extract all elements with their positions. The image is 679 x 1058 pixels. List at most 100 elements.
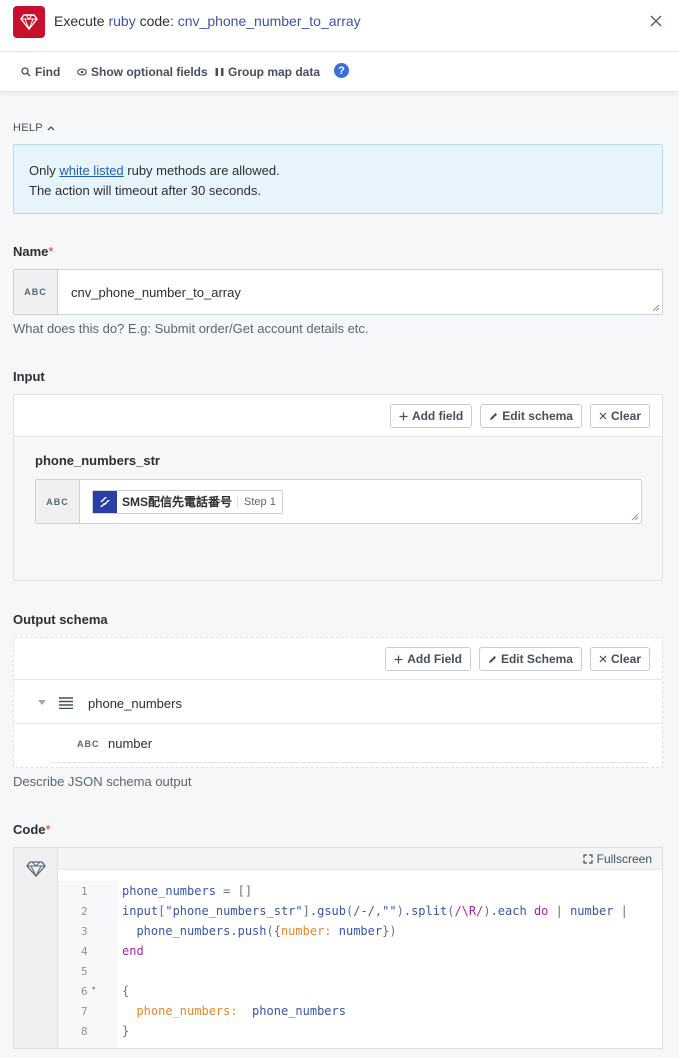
resize-handle-icon[interactable]	[652, 304, 660, 312]
list-icon	[59, 697, 73, 709]
input-panel-buttons: Add field Edit schema Clear	[389, 404, 650, 428]
group-map-label: Group map data	[228, 65, 321, 79]
header-title: Execute ruby code: cnv_phone_number_to_a…	[54, 13, 361, 29]
find-button[interactable]: Find	[21, 65, 60, 79]
phone-numbers-str-label: phone_numbers_str	[35, 453, 160, 468]
title-prefix: Execute	[54, 13, 109, 29]
name-hint: What does this do? E.g: Submit order/Get…	[13, 321, 369, 336]
datapill-container: SMS配信先電話番号 Step 1	[80, 480, 283, 523]
close-icon	[650, 15, 662, 27]
input-panel: Add field Edit schema Clear phone_number…	[13, 394, 663, 581]
output-schema-hint: Describe JSON schema output	[13, 774, 192, 789]
clear-output-button[interactable]: Clear	[589, 647, 650, 671]
edit-schema-label: Edit schema	[502, 409, 573, 423]
line-number: 7	[81, 1005, 88, 1018]
datapill[interactable]: SMS配信先電話番号 Step 1	[92, 489, 283, 514]
type-badge-abc: ABC	[36, 480, 80, 523]
edit-output-schema-label: Edit Schema	[500, 652, 573, 666]
help-toggle[interactable]: HELP	[13, 122, 55, 134]
line-number: 5	[81, 965, 88, 978]
x-icon	[599, 655, 607, 663]
add-output-field-button[interactable]: Add Field	[385, 647, 471, 671]
code-header: Fullscreen	[58, 848, 662, 870]
schema-row-number[interactable]: ABC number	[50, 725, 648, 763]
fullscreen-button[interactable]: Fullscreen	[583, 852, 652, 866]
show-optional-fields-button[interactable]: Show optional fields	[77, 65, 208, 79]
app-connector-icon	[93, 490, 117, 513]
find-label: Find	[35, 65, 61, 79]
line-number: 2	[81, 905, 88, 918]
caret-down-icon[interactable]	[38, 700, 46, 706]
code-editor[interactable]: Fullscreen 1 2 3 4 5 6 ▾ 7 8 phone_numbe…	[13, 847, 663, 1049]
line-number: 3	[81, 925, 88, 938]
close-button[interactable]	[647, 12, 665, 30]
schema-field-name: phone_numbers	[88, 696, 182, 711]
line-number: 1	[81, 885, 88, 898]
add-field-button[interactable]: Add field	[389, 404, 473, 428]
schema-row-phone-numbers[interactable]: phone_numbers	[14, 684, 662, 724]
code-line-1: phone_numbers = []	[122, 884, 253, 898]
code-gutter	[14, 848, 58, 1048]
help-line-1-prefix: Only	[29, 163, 60, 178]
help-label: HELP	[13, 122, 43, 134]
clear-button[interactable]: Clear	[589, 404, 650, 428]
code-line-2: input["phone_numbers_str"].gsub(/-/,"").…	[122, 904, 628, 918]
plus-icon	[394, 655, 403, 663]
plus-icon	[399, 412, 408, 420]
code-line-8: }	[122, 1024, 130, 1038]
title-mid: code:	[135, 13, 178, 29]
white-listed-link[interactable]: white listed	[59, 163, 123, 178]
help-line-1-suffix: ruby methods are allowed.	[123, 163, 280, 178]
edit-schema-button[interactable]: Edit schema	[480, 404, 582, 428]
eye-icon	[77, 68, 87, 76]
x-icon	[599, 412, 607, 420]
type-badge-abc: ABC	[14, 270, 58, 314]
expand-icon	[583, 854, 593, 864]
phone-numbers-str-input[interactable]: ABC SMS配信先電話番号 Step 1	[35, 479, 642, 524]
show-optional-label: Show optional fields	[91, 65, 208, 79]
title-action-name: cnv_phone_number_to_array	[177, 13, 361, 29]
line-number: 4	[81, 945, 88, 958]
search-icon	[21, 67, 31, 77]
input-label: Input	[13, 369, 45, 384]
output-panel-buttons: Add Field Edit Schema Clear	[385, 647, 650, 671]
help-line-2: The action will timeout after 30 seconds…	[29, 183, 261, 198]
type-badge-abc: ABC	[77, 739, 100, 749]
fullscreen-label: Fullscreen	[596, 852, 652, 866]
line-number: 8	[81, 1025, 88, 1038]
line-numbers	[58, 881, 118, 1048]
fold-toggle[interactable]: ▾	[91, 984, 96, 994]
ruby-gem-icon	[26, 861, 46, 877]
pencil-icon	[490, 412, 498, 420]
name-label-text: Name	[13, 244, 49, 259]
group-map-data-button[interactable]: Group map data	[215, 65, 320, 79]
required-mark: *	[48, 244, 54, 259]
help-line-1: Only white listed ruby methods are allow…	[29, 161, 647, 181]
add-field-label: Add field	[411, 409, 464, 423]
output-schema-panel: Add Field Edit Schema Clear phone_number…	[13, 637, 663, 768]
name-input[interactable]: ABC cnv_phone_number_to_array	[13, 269, 663, 315]
modal-header: Execute ruby code: cnv_phone_number_to_a…	[0, 0, 679, 52]
output-schema-label: Output schema	[13, 612, 108, 627]
chevron-up-icon	[47, 126, 55, 131]
required-mark: *	[45, 822, 51, 837]
group-icon	[215, 68, 224, 76]
line-number: 6	[81, 985, 88, 998]
help-q-glyph: ?	[338, 64, 345, 77]
code-line-4: end	[122, 944, 144, 958]
clear-label: Clear	[610, 409, 641, 423]
code-label-text: Code	[13, 822, 46, 837]
title-ruby: ruby	[108, 13, 136, 29]
resize-handle-icon[interactable]	[631, 513, 639, 521]
add-output-field-label: Add Field	[407, 652, 462, 666]
code-label: Code*	[13, 822, 51, 837]
datapill-label: SMS配信先電話番号	[122, 495, 233, 509]
code-line-7: phone_numbers: phone_numbers	[136, 1004, 346, 1018]
datapill-step: Step 1	[237, 495, 282, 508]
pencil-icon	[488, 655, 496, 663]
help-question-icon[interactable]: ?	[334, 63, 349, 78]
edit-output-schema-button[interactable]: Edit Schema	[478, 647, 582, 671]
clear-output-label: Clear	[610, 652, 641, 666]
name-value: cnv_phone_number_to_array	[71, 284, 241, 300]
name-label: Name*	[13, 244, 53, 259]
